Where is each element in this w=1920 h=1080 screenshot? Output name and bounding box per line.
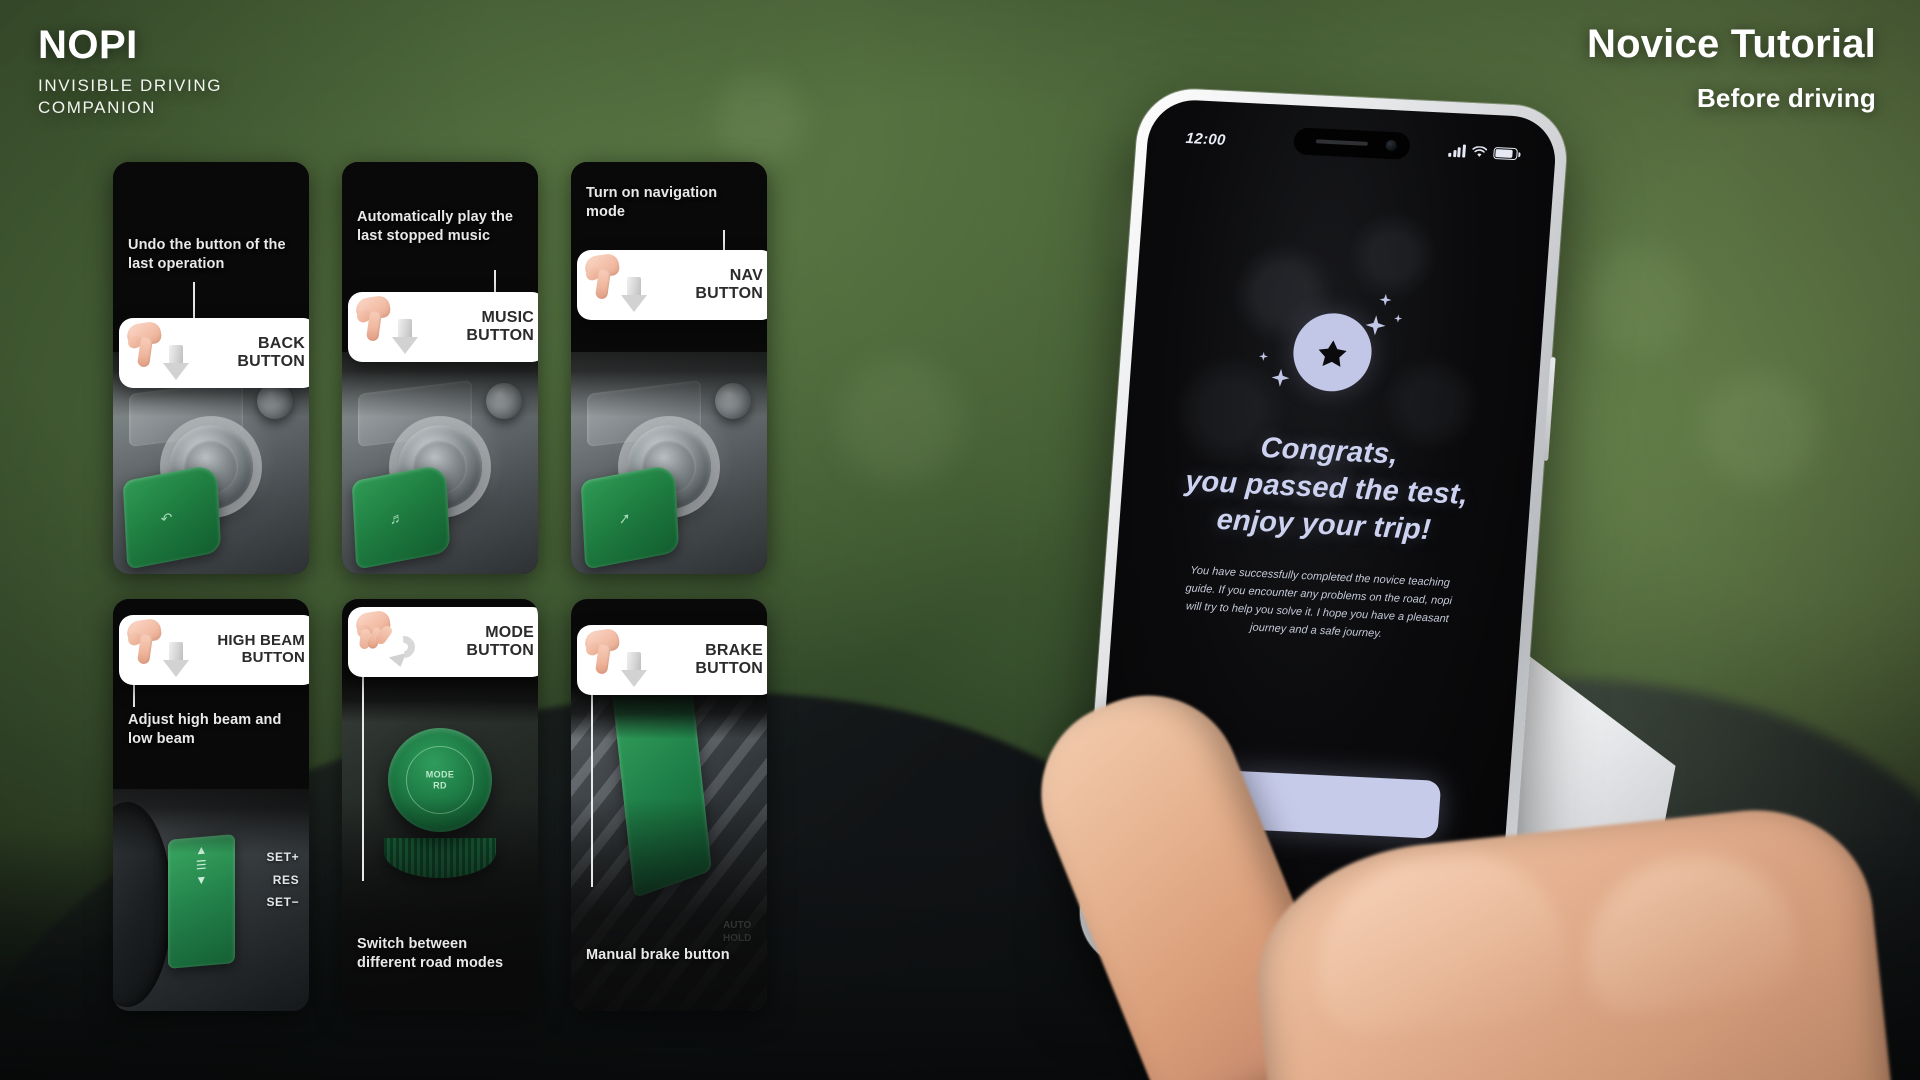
tutorial-card-back-button[interactable]: ↶ Undo the button of the last operation …: [113, 162, 309, 574]
console-highlighted-button: ♬: [351, 462, 451, 570]
star-badge-icon: [1290, 311, 1375, 394]
congrats-body-text: You have successfully completed the novi…: [1185, 565, 1453, 640]
card-label-pill[interactable]: HIGH BEAM BUTTON: [119, 615, 309, 685]
rotate-gesture-icon: [354, 609, 420, 669]
card-label-pill[interactable]: BACK BUTTON: [119, 318, 309, 388]
press-down-gesture-icon: [125, 617, 189, 678]
card-shade-bottom: [571, 796, 767, 1011]
sparkle-icon: [1258, 351, 1269, 361]
status-bar-icons: [1448, 144, 1518, 161]
tutorial-card-high-beam-button[interactable]: ▲☰▼ SET+ RES SET− HIGH B: [113, 599, 309, 1011]
card-label-text: MUSIC BUTTON: [466, 309, 534, 344]
cellular-signal-icon: [1448, 144, 1467, 158]
press-down-gesture-icon: [583, 252, 647, 313]
card-connector-line: [591, 693, 593, 887]
congrats-headline: Congrats, you passed the test, enjoy you…: [1181, 426, 1472, 550]
brand-block: NOPI INVISIBLE DRIVING COMPANION: [38, 24, 222, 119]
header-block: Novice Tutorial Before driving: [1587, 22, 1876, 114]
rotate-arrow-icon: [388, 631, 420, 669]
tutorial-card-music-button[interactable]: ♬ Automatically play the last stopped mu…: [342, 162, 538, 574]
brand-tagline: INVISIBLE DRIVING COMPANION: [38, 75, 222, 119]
card-caption: Adjust high beam and low beam: [128, 712, 282, 748]
status-bar-time: 12:00: [1185, 129, 1227, 149]
arrow-down-icon: [163, 345, 189, 381]
card-connector-line: [193, 282, 195, 320]
card-label-pill[interactable]: NAV BUTTON: [577, 250, 767, 320]
console-highlighted-button: ↶: [122, 462, 222, 570]
sparkle-icon: [1394, 314, 1403, 323]
sparkle-icon: [1365, 315, 1386, 336]
tutorial-slide: NOPI INVISIBLE DRIVING COMPANION Novice …: [0, 0, 1920, 1080]
brand-tagline-line1: INVISIBLE DRIVING: [38, 76, 223, 95]
tutorial-card-grid: ↶ Undo the button of the last operation …: [113, 162, 783, 1011]
terrain-dial-text: MODE RD: [425, 769, 455, 791]
press-down-gesture-icon: [354, 294, 418, 355]
brand-tagline-line2: COMPANION: [38, 97, 156, 117]
card-label-pill[interactable]: BRAKE BUTTON: [577, 625, 767, 695]
card-caption: Undo the button of the last operation: [128, 237, 286, 273]
tutorial-card-nav-button[interactable]: ➚ Turn on navigation mode NAV BUTTON: [571, 162, 767, 574]
console-highlighted-button: ➚: [580, 462, 680, 570]
star-badge-area: [1247, 282, 1426, 420]
page-title: Novice Tutorial: [1587, 22, 1876, 66]
tutorial-card-mode-button[interactable]: MODE RD MODE BUTTON Switch between diffe…: [342, 599, 538, 1011]
card-caption: Manual brake button: [586, 946, 730, 963]
arrow-down-icon: [392, 319, 418, 355]
tutorial-card-brake-button[interactable]: AUTOHOLD BRAKEBUTTON Manual: [571, 599, 767, 1011]
card-label-text: NAV BUTTON: [695, 267, 763, 302]
stalk-label-set-minus: SET−: [266, 894, 300, 909]
card-label-text: MODE BUTTON: [466, 624, 534, 659]
card-label-pill[interactable]: MUSIC BUTTON: [348, 292, 538, 362]
press-down-gesture-icon: [583, 627, 647, 688]
sparkle-icon: [1379, 293, 1392, 307]
sparkle-icon: [1271, 368, 1290, 387]
stalk-highlighted-button: ▲☰▼: [167, 834, 235, 970]
stalk-label-res: RES: [272, 872, 300, 887]
card-label-text: BACK BUTTON: [237, 335, 305, 370]
arrow-down-icon: [163, 642, 189, 678]
card-shade: [342, 162, 538, 418]
card-label-text: HIGH BEAM BUTTON: [217, 632, 305, 666]
stalk-control-labels: SET+ RES SET−: [266, 846, 299, 913]
card-caption: Turn on navigation mode: [586, 185, 718, 221]
card-connector-line: [362, 675, 364, 881]
card-label-text: BRAKE BUTTON: [695, 642, 763, 677]
arrow-down-icon: [621, 277, 647, 313]
press-down-gesture-icon: [125, 320, 189, 381]
card-caption: Switch between different road modes: [357, 935, 504, 971]
brand-name: NOPI: [38, 23, 138, 67]
battery-icon: [1493, 147, 1518, 161]
page-subtitle: Before driving: [1696, 83, 1876, 113]
card-label-pill[interactable]: MODE BUTTON: [348, 607, 538, 677]
wifi-icon: [1472, 146, 1488, 157]
card-shade-bottom: [342, 796, 538, 1011]
arrow-down-icon: [621, 652, 647, 688]
card-caption: Automatically play the last stopped musi…: [357, 209, 514, 245]
